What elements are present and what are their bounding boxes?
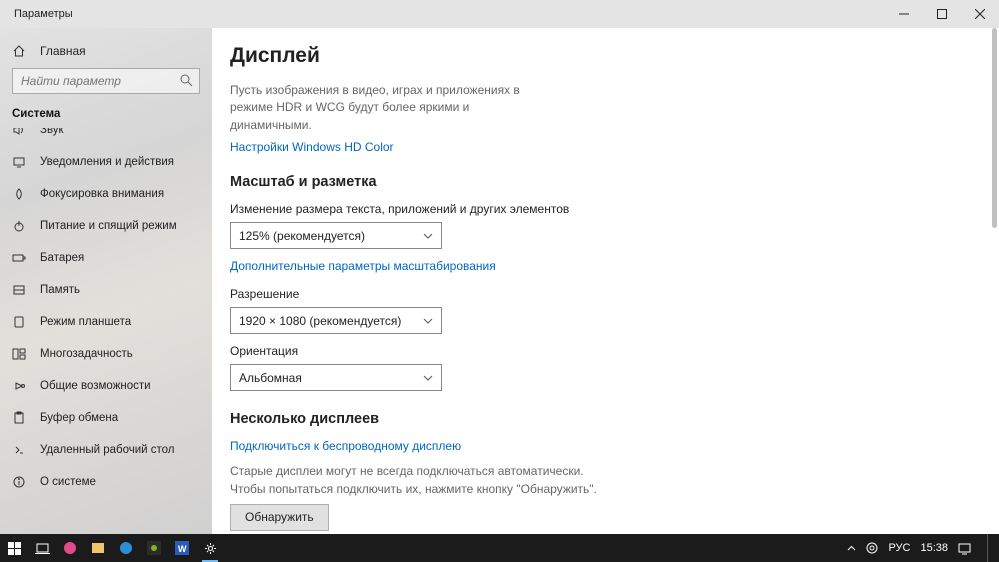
taskbar-right: РУС 15:38 <box>847 534 999 562</box>
window-controls <box>885 0 999 28</box>
sidebar-item-label: Многозадачность <box>40 348 133 360</box>
taskbar-app-edge[interactable] <box>112 534 140 562</box>
app-body: Главная Система Звук Уведомления и дейст… <box>0 28 999 544</box>
clipboard-icon <box>12 411 26 425</box>
chevron-down-icon <box>423 231 433 241</box>
wireless-display-link[interactable]: Подключиться к беспроводному дисплею <box>230 439 461 453</box>
sidebar-item-remote[interactable]: Удаленный рабочий стол <box>0 434 212 466</box>
multi-desc-1: Старые дисплеи могут не всегда подключат… <box>230 463 610 480</box>
minimize-button[interactable] <box>885 0 923 28</box>
sidebar-search <box>12 68 200 94</box>
orientation-dropdown[interactable]: Альбомная <box>230 364 442 391</box>
scale-label: Изменение размера текста, приложений и д… <box>230 202 969 216</box>
sound-icon <box>12 128 26 137</box>
search-input[interactable] <box>12 68 200 94</box>
sidebar-item-label: Уведомления и действия <box>40 156 174 168</box>
show-desktop-button[interactable] <box>987 534 991 562</box>
taskbar-app-1[interactable] <box>56 534 84 562</box>
power-icon <box>12 219 26 233</box>
focus-icon <box>12 187 26 201</box>
shared-icon <box>12 379 26 393</box>
scale-value: 125% (рекомендуется) <box>239 229 365 243</box>
sidebar-item-label: Память <box>40 284 80 296</box>
sidebar-list: Звук Уведомления и действия Фокусировка … <box>0 128 212 498</box>
sidebar-item-label: Батарея <box>40 252 84 264</box>
sidebar-item-label: О системе <box>40 476 96 488</box>
sidebar-home-label: Главная <box>40 44 86 58</box>
sidebar-home[interactable]: Главная <box>0 38 212 68</box>
title-bar: Параметры <box>0 0 999 28</box>
home-icon <box>12 44 26 58</box>
sidebar-item-power[interactable]: Питание и спящий режим <box>0 210 212 242</box>
tray-lang[interactable]: РУС <box>888 542 910 554</box>
tray-power-icon[interactable] <box>866 542 878 554</box>
sidebar-item-shared[interactable]: Общие возможности <box>0 370 212 402</box>
scale-dropdown[interactable]: 125% (рекомендуется) <box>230 222 442 249</box>
storage-icon <box>12 283 26 297</box>
battery-icon <box>12 251 26 265</box>
sidebar-item-tablet[interactable]: Режим планшета <box>0 306 212 338</box>
taskbar-app-word[interactable]: W <box>168 534 196 562</box>
hdr-description: Пусть изображения в видео, играх и прило… <box>230 82 550 134</box>
taskbar-app-nvidia[interactable] <box>140 534 168 562</box>
scrollbar[interactable] <box>992 28 997 228</box>
tray-notification-icon[interactable] <box>958 542 971 555</box>
notifications-icon <box>12 155 26 169</box>
main-content: Дисплей Пусть изображения в видео, играх… <box>212 28 999 544</box>
sidebar-item-label: Режим планшета <box>40 316 131 328</box>
remote-icon <box>12 443 26 457</box>
sidebar-item-label: Общие возможности <box>40 380 151 392</box>
close-button[interactable] <box>961 0 999 28</box>
svg-text:W: W <box>178 544 187 554</box>
detect-button[interactable]: Обнаружить <box>230 504 329 531</box>
tablet-icon <box>12 315 26 329</box>
orientation-label: Ориентация <box>230 344 969 358</box>
taskbar: W РУС 15:38 <box>0 534 999 562</box>
taskbar-app-settings[interactable] <box>196 534 224 562</box>
sidebar-item-label: Буфер обмена <box>40 412 118 424</box>
sidebar: Главная Система Звук Уведомления и дейст… <box>0 28 212 544</box>
sidebar-item-label: Фокусировка внимания <box>40 188 164 200</box>
multiple-displays-heading: Несколько дисплеев <box>230 411 969 427</box>
multitask-icon <box>12 347 26 361</box>
start-button[interactable] <box>0 534 28 562</box>
sidebar-item-label: Питание и спящий режим <box>40 220 177 232</box>
sidebar-category: Система <box>0 106 212 128</box>
resolution-value: 1920 × 1080 (рекомендуется) <box>239 314 401 328</box>
sidebar-item-storage[interactable]: Память <box>0 274 212 306</box>
window-title: Параметры <box>14 8 73 20</box>
sidebar-item-clipboard[interactable]: Буфер обмена <box>0 402 212 434</box>
chevron-down-icon <box>423 316 433 326</box>
taskbar-left: W <box>0 534 224 562</box>
sidebar-item-battery[interactable]: Батарея <box>0 242 212 274</box>
tray-time[interactable]: 15:38 <box>920 542 948 554</box>
tray-chevron-icon[interactable] <box>847 544 856 553</box>
sidebar-item-label: Удаленный рабочий стол <box>40 444 175 456</box>
resolution-dropdown[interactable]: 1920 × 1080 (рекомендуется) <box>230 307 442 334</box>
taskview-button[interactable] <box>28 534 56 562</box>
sidebar-item-about[interactable]: О системе <box>0 466 212 498</box>
sidebar-item-notifications[interactable]: Уведомления и действия <box>0 146 212 178</box>
hdr-settings-link[interactable]: Настройки Windows HD Color <box>230 140 394 154</box>
chevron-down-icon <box>423 373 433 383</box>
about-icon <box>12 475 26 489</box>
search-icon <box>180 74 193 87</box>
maximize-button[interactable] <box>923 0 961 28</box>
sidebar-item-multitask[interactable]: Многозадачность <box>0 338 212 370</box>
page-title: Дисплей <box>230 44 969 68</box>
scale-advanced-link[interactable]: Дополнительные параметры масштабирования <box>230 259 496 273</box>
sidebar-item-focus[interactable]: Фокусировка внимания <box>0 178 212 210</box>
resolution-label: Разрешение <box>230 287 969 301</box>
scale-heading: Масштаб и разметка <box>230 174 969 190</box>
multi-desc-2: Чтобы попытаться подключить их, нажмите … <box>230 481 610 498</box>
orientation-value: Альбомная <box>239 371 302 385</box>
taskbar-app-2[interactable] <box>84 534 112 562</box>
sidebar-item-sound[interactable]: Звук <box>0 128 212 146</box>
sidebar-item-label: Звук <box>40 128 64 136</box>
